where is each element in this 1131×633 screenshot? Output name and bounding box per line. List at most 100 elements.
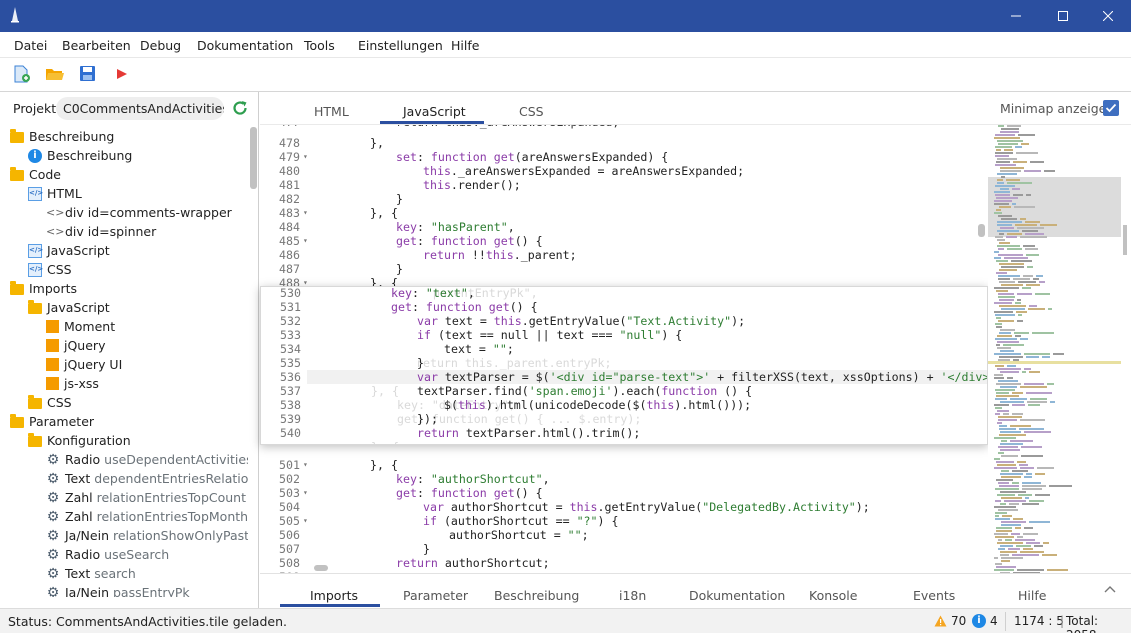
maximize-button[interactable] xyxy=(1040,0,1086,32)
project-input[interactable] xyxy=(56,97,224,120)
menu-debug[interactable]: Debug xyxy=(140,38,181,53)
tree-item[interactable]: ⚙ Ja/Nein relationShowOnlyPastActiv xyxy=(46,526,248,545)
menu-bearbeiten[interactable]: Bearbeiten xyxy=(62,38,131,53)
code-line[interactable]: 484 key: "hasParent", xyxy=(260,220,985,234)
tree-item[interactable]: ⚙ Zahl relationEntriesTopCount xyxy=(46,488,246,507)
code-line[interactable]: 506 authorShortcut = ""; xyxy=(260,528,985,542)
code-line[interactable]: 504 var authorShortcut = this.getEntryVal… xyxy=(260,500,985,514)
minimap-line xyxy=(1010,440,1033,442)
code-line[interactable]: 505 ▾ if (authorShortcut == "?") { xyxy=(260,514,985,528)
warning-icon[interactable] xyxy=(934,615,947,627)
tree-item[interactable]: Konfiguration xyxy=(28,431,131,450)
fold-chevron-icon[interactable]: ▾ xyxy=(303,486,308,500)
new-file-icon[interactable] xyxy=(12,65,32,83)
tab-css[interactable]: CSS xyxy=(519,104,544,119)
tree-item[interactable]: ⚙ Zahl relationEntriesTopMonths xyxy=(46,507,248,526)
close-button[interactable] xyxy=(1085,0,1131,32)
peek-code-line[interactable]: 532 var text = this.getEntryValue("Text.A… xyxy=(261,314,987,328)
code-line[interactable]: 483 ▾}, { xyxy=(260,206,985,220)
code-line[interactable]: 482} xyxy=(260,192,985,206)
fold-chevron-icon[interactable]: ▾ xyxy=(303,206,308,220)
peek-code-line[interactable]: 530 key: "text", xyxy=(261,287,987,300)
tree-item[interactable]: ⚙ Radio useSearch xyxy=(46,545,170,564)
tab-imports[interactable]: Imports xyxy=(310,588,358,603)
tree-item[interactable]: ⚙ Text search xyxy=(46,564,136,583)
tab-hilfe[interactable]: Hilfe xyxy=(1018,588,1046,603)
peek-code-line[interactable]: 534 text = ""; xyxy=(261,342,987,356)
tab-dokumentation[interactable]: Dokumentation xyxy=(689,588,785,603)
peek-definition-overlay[interactable]: key: "parentEntryPk", return this._parent… xyxy=(260,286,988,445)
peek-code-line[interactable]: 540 return textParser.html().trim(); xyxy=(261,426,987,440)
code-line[interactable]: 481 this.render(); xyxy=(260,178,985,192)
tree-item[interactable]: CSS xyxy=(28,393,72,412)
tree-item[interactable]: Parameter xyxy=(10,412,94,431)
tree-item[interactable]: jQuery UI xyxy=(46,355,122,374)
refresh-icon[interactable] xyxy=(231,99,249,117)
tree-item[interactable]: js-xss xyxy=(46,374,99,393)
peek-code-line[interactable]: 539}); xyxy=(261,412,987,426)
minimap[interactable] xyxy=(988,125,1131,573)
code-line[interactable]: 480 this._areAnswersExpanded = areAnswers… xyxy=(260,164,985,178)
tab-parameter[interactable]: Parameter xyxy=(403,588,468,603)
peek-code-line[interactable]: 533 if (text == null || text === "null") … xyxy=(261,328,987,342)
editor-horizontal-scrollbar[interactable] xyxy=(314,565,328,571)
minimap-line xyxy=(1012,554,1039,556)
tree-item[interactable]: Code xyxy=(10,165,61,184)
code-line[interactable]: 478}, xyxy=(260,136,985,150)
run-icon[interactable] xyxy=(112,65,132,83)
code-line[interactable]: 507} xyxy=(260,542,985,556)
peek-code-line[interactable]: 538 $(this).html(unicodeDecode($(this).ht… xyxy=(261,398,987,412)
tree-scrollbar[interactable] xyxy=(250,127,257,597)
fold-chevron-icon[interactable]: ▾ xyxy=(303,234,308,248)
tab-i18n[interactable]: i18n xyxy=(619,588,646,603)
tree-item[interactable]: ⚙ Ja/Nein passEntryPk xyxy=(46,583,190,597)
code-line[interactable]: 486 return !!this._parent; xyxy=(260,248,985,262)
menu-tools[interactable]: Tools xyxy=(304,38,335,53)
chevron-up-icon[interactable] xyxy=(1103,583,1117,597)
open-folder-icon[interactable] xyxy=(45,65,65,83)
tree-item[interactable]: <> div id=spinner xyxy=(46,222,156,241)
tree-item[interactable]: JavaScript xyxy=(28,298,110,317)
fold-chevron-icon[interactable]: ▾ xyxy=(303,514,308,528)
fold-chevron-icon[interactable]: ▾ xyxy=(303,458,308,472)
tree-item[interactable]: </> HTML xyxy=(28,184,82,203)
peek-code-line[interactable]: 536 var textParser = $('<div id="parse-te… xyxy=(261,370,987,384)
fold-chevron-icon[interactable]: ▾ xyxy=(303,150,308,164)
tab-javascript[interactable]: JavaScript xyxy=(403,104,466,119)
info-icon[interactable]: i xyxy=(972,614,986,628)
tab-html[interactable]: HTML xyxy=(314,104,349,119)
tree-item[interactable]: Moment xyxy=(46,317,115,336)
tree-scrollbar-thumb[interactable] xyxy=(250,127,257,189)
code-line[interactable]: 479 ▾ set: function get(areAnswersExpanded… xyxy=(260,150,985,164)
peek-code-line[interactable]: 531 get: function get() { xyxy=(261,300,987,314)
tree-item[interactable]: jQuery xyxy=(46,336,105,355)
peek-code-line[interactable]: 535} xyxy=(261,356,987,370)
tree-item[interactable]: Beschreibung xyxy=(10,127,114,146)
menu-datei[interactable]: Datei xyxy=(14,38,47,53)
tab-events[interactable]: Events xyxy=(913,588,955,603)
tree-item[interactable]: <> div id=comments-wrapper xyxy=(46,203,232,222)
tree-item[interactable]: ⚙ Text dependentEntriesRelation xyxy=(46,469,248,488)
menu-hilfe[interactable]: Hilfe xyxy=(451,38,479,53)
code-line[interactable]: 502 key: "authorShortcut", xyxy=(260,472,985,486)
tab-konsole[interactable]: Konsole xyxy=(809,588,857,603)
tree-item[interactable]: i Beschreibung xyxy=(28,146,132,165)
peek-code-line[interactable]: 537 textParser.find('span.emoji').each(fu… xyxy=(261,384,987,398)
minimap-checkbox[interactable] xyxy=(1103,100,1119,116)
save-icon[interactable] xyxy=(78,65,98,83)
minimize-button[interactable] xyxy=(993,0,1039,32)
tree-item[interactable]: Imports xyxy=(10,279,77,298)
tree-item[interactable]: ⚙ Radio useDependentActivities xyxy=(46,450,248,469)
code-line[interactable]: 501 ▾}, { xyxy=(260,458,985,472)
minimap-scrollbar[interactable] xyxy=(1123,225,1127,255)
menu-dokumentation[interactable]: Dokumentation xyxy=(197,38,293,53)
code-line[interactable]: 503 ▾ get: function get() { xyxy=(260,486,985,500)
tree-item[interactable]: </> JavaScript xyxy=(28,241,110,260)
tree-item[interactable]: </> CSS xyxy=(28,260,72,279)
menu-einstellungen[interactable]: Einstellungen xyxy=(358,38,443,53)
tab-beschreibung[interactable]: Beschreibung xyxy=(494,588,579,603)
code-line[interactable]: 508 return authorShortcut; xyxy=(260,556,985,570)
editor-scrollbar-thumb[interactable] xyxy=(978,224,985,237)
code-line[interactable]: 485 ▾ get: function get() { xyxy=(260,234,985,248)
code-line[interactable]: 487} xyxy=(260,262,985,276)
